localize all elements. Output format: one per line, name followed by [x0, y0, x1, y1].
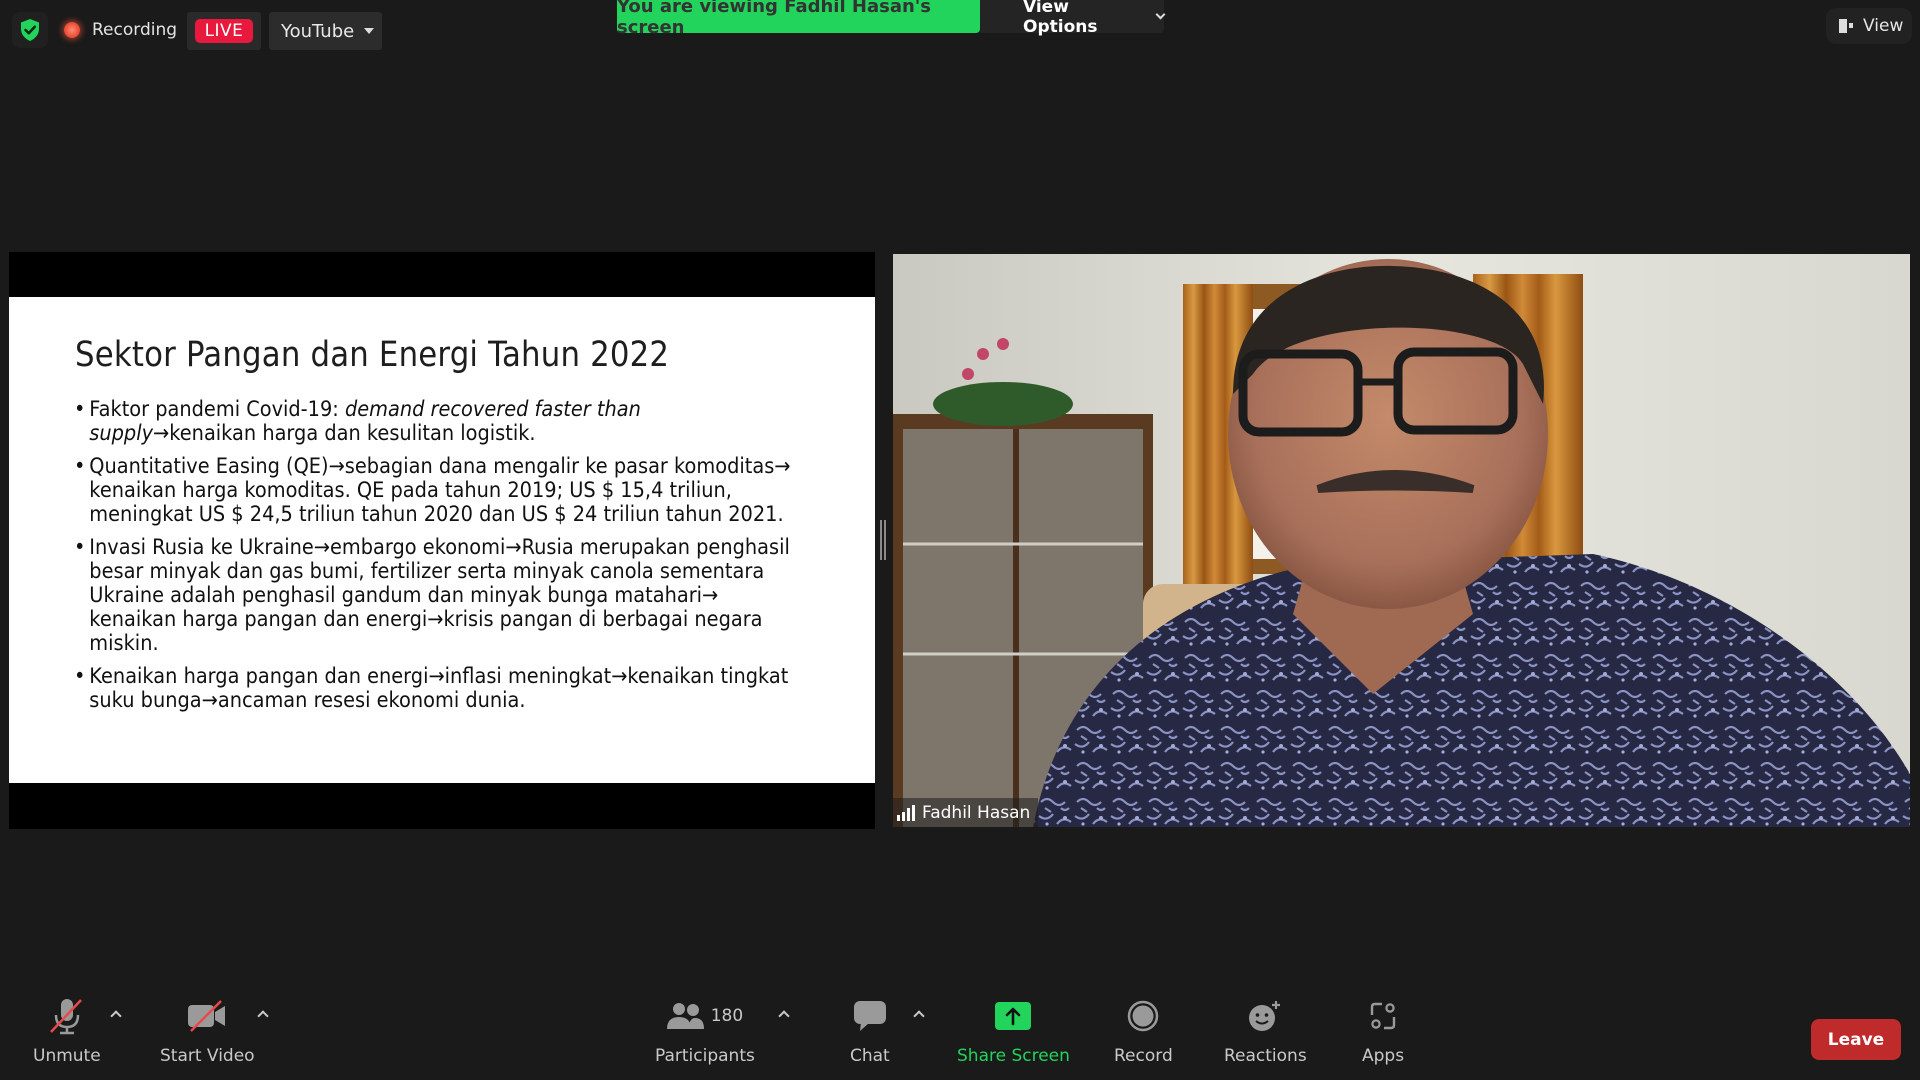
chat-options-caret[interactable]	[913, 1010, 925, 1022]
chat-label: Chat	[850, 1046, 890, 1066]
participants-count: 180	[710, 1006, 744, 1026]
viewing-screen-text: You are viewing Fadhil Hasan's screen	[617, 0, 932, 38]
start-video-button[interactable]: Start Video	[160, 990, 255, 1066]
share-screen-button[interactable]: Share Screen	[957, 990, 1070, 1066]
unmute-button[interactable]: Unmute	[33, 990, 101, 1066]
participants-icon	[666, 1003, 704, 1029]
shared-screen-panel[interactable]: Sektor Pangan dan Energi Tahun 2022 Fakt…	[9, 252, 875, 829]
start-video-label: Start Video	[160, 1046, 255, 1066]
caret-down-icon	[364, 28, 375, 34]
participants-options-caret[interactable]	[778, 1010, 790, 1022]
slide-title: Sektor Pangan dan Energi Tahun 2022	[75, 335, 670, 375]
audio-options-caret[interactable]	[110, 1010, 122, 1022]
participant-name-tag: Fadhil Hasan	[893, 798, 1039, 827]
viewing-screen-banner: You are viewing Fadhil Hasan's screen	[617, 0, 980, 38]
apps-icon	[1370, 1002, 1396, 1030]
chat-button[interactable]: Chat	[850, 990, 890, 1066]
slide-bullet-list: Faktor pandemi Covid-19: demand recovere…	[74, 398, 804, 722]
view-layout-button[interactable]: View	[1826, 8, 1912, 44]
stream-target-dropdown[interactable]: YouTube	[269, 12, 382, 50]
share-screen-label: Share Screen	[957, 1046, 1070, 1066]
meeting-toolbar: Unmute Start Video 180 Participants Chat…	[0, 990, 1920, 1080]
participant-video-tile[interactable]: Fadhil Hasan	[893, 254, 1910, 827]
bullet-text: →kenaikan harga dan kesulitan logistik.	[153, 421, 536, 446]
view-options-button[interactable]: View Options	[980, 0, 1166, 37]
leave-meeting-button[interactable]: Leave	[1811, 1019, 1901, 1060]
bullet-text: Faktor pandemi Covid-19:	[89, 397, 345, 422]
security-shield-button[interactable]	[12, 12, 48, 48]
layout-view-icon	[1839, 19, 1853, 33]
share-screen-arrow-icon	[995, 1002, 1032, 1030]
slide-bullet: Faktor pandemi Covid-19: demand recovere…	[74, 398, 794, 446]
microphone-muted-icon	[49, 999, 82, 1035]
live-status[interactable]: LIVE	[187, 12, 261, 50]
split-view-drag-handle[interactable]	[880, 520, 886, 560]
record-icon	[1128, 1000, 1159, 1032]
live-badge: LIVE	[194, 19, 254, 43]
participants-button[interactable]: 180 Participants	[655, 990, 755, 1066]
recording-label: Recording	[92, 20, 178, 40]
signal-bars-icon	[897, 804, 915, 821]
chat-bubble-icon	[853, 1001, 886, 1031]
view-label: View	[1863, 16, 1904, 36]
apps-button[interactable]: Apps	[1362, 990, 1404, 1066]
view-options-label: View Options	[1023, 0, 1098, 37]
shield-check-icon	[21, 19, 39, 41]
leave-label: Leave	[1827, 1029, 1885, 1050]
slide-bullet: Kenaikan harga pangan dan energi→inflasi…	[74, 665, 794, 713]
reactions-button[interactable]: Reactions	[1224, 990, 1307, 1066]
participants-label: Participants	[655, 1046, 755, 1066]
video-camera-off-icon	[188, 1000, 226, 1032]
video-feed-image	[893, 254, 1910, 827]
chevron-down-icon	[1155, 9, 1166, 20]
video-options-caret[interactable]	[257, 1010, 269, 1022]
slide-bullet: Quantitative Easing (QE)→sebagian dana m…	[74, 455, 794, 527]
stream-target-label: YouTube	[281, 20, 355, 42]
unmute-label: Unmute	[33, 1046, 101, 1066]
reactions-label: Reactions	[1224, 1046, 1307, 1066]
apps-label: Apps	[1362, 1046, 1405, 1066]
participant-name: Fadhil Hasan	[922, 802, 1031, 823]
record-button[interactable]: Record	[1114, 990, 1173, 1066]
presentation-slide: Sektor Pangan dan Energi Tahun 2022 Fakt…	[9, 297, 875, 783]
record-label: Record	[1114, 1046, 1173, 1066]
reactions-smiley-icon	[1249, 1001, 1281, 1031]
slide-bullet: Invasi Rusia ke Ukraine→embargo ekonomi→…	[74, 536, 794, 656]
recording-dot-icon	[64, 22, 80, 38]
recording-indicator[interactable]: Recording	[64, 14, 177, 46]
